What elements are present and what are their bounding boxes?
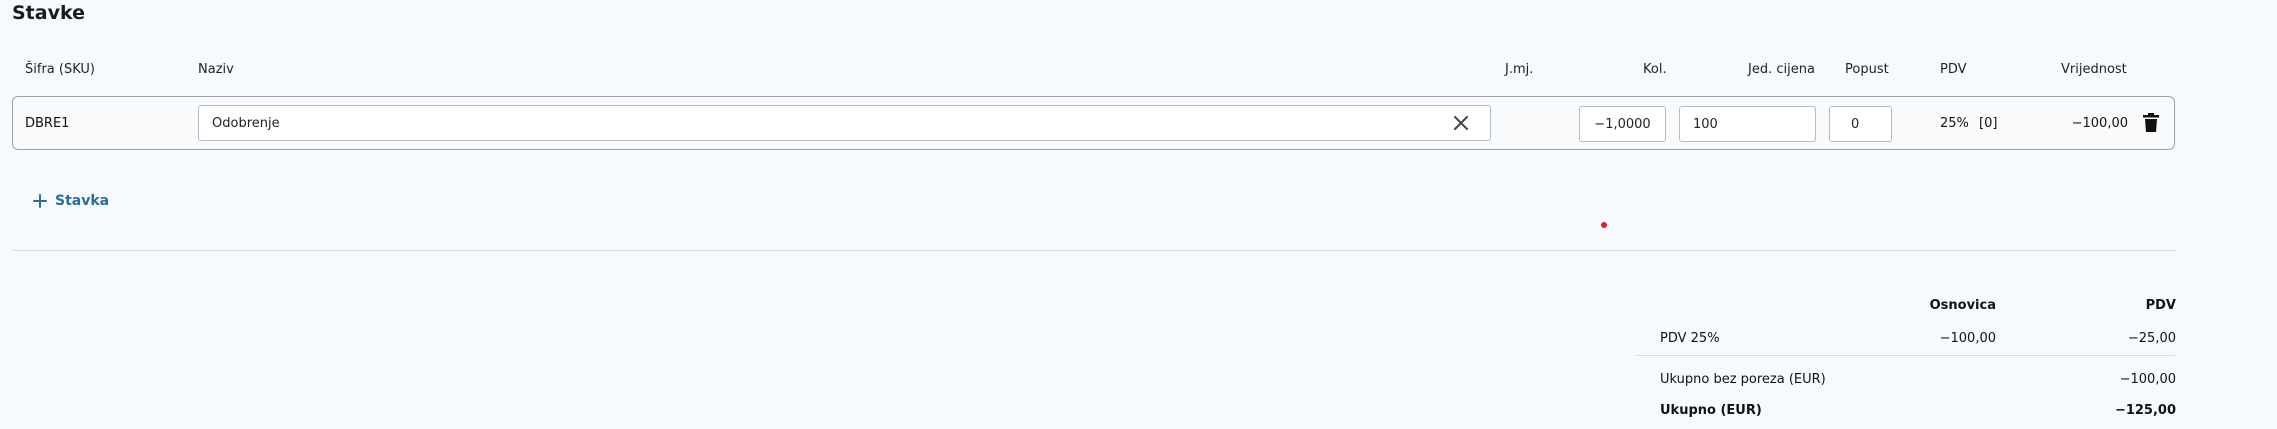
item-unit-price-input[interactable]: 100 [1679,106,1816,142]
column-header-sku: Šifra (SKU) [25,62,95,77]
item-sku: DBRE1 [25,116,70,131]
item-name-field[interactable] [198,105,1491,141]
summary-vat-base: −100,00 [1939,331,1996,346]
column-header-qty: Kol. [1643,62,1667,77]
column-header-name: Naziv [198,62,234,77]
summary-divider [1635,355,2175,356]
summary-vat-label: PDV 25% [1660,331,1720,346]
total-value: −125,00 [2114,403,2176,418]
item-vat-rate: 25% [1940,116,1969,131]
column-header-unit: J.mj. [1505,62,1534,77]
summary-vat-amount: −25,00 [2127,331,2176,346]
delete-item-button[interactable] [2142,113,2160,133]
column-header-unit-price: Jed. cijena [1748,62,1815,77]
item-name-value: Odobrenje [212,116,280,131]
total-label: Ukupno (EUR) [1660,403,1762,418]
item-qty-input[interactable]: −1,0000 [1579,106,1666,142]
section-title: Stavke [12,2,85,24]
marker-dot [1601,222,1607,228]
clear-name-button[interactable] [1450,112,1472,134]
summary-header-vat: PDV [2145,298,2176,313]
total-no-tax-label: Ukupno bez poreza (EUR) [1660,372,1826,387]
item-value: −100,00 [2071,116,2128,131]
column-header-value: Vrijednost [2061,62,2127,77]
column-header-discount: Popust [1845,62,1889,77]
add-item-label: Stavka [55,193,110,209]
divider [12,250,2177,251]
summary-header-base: Osnovica [1929,298,1996,313]
add-item-button[interactable]: Stavka [33,193,109,209]
close-icon [1454,116,1468,130]
trash-icon [2143,113,2159,132]
column-header-vat: PDV [1940,62,1967,77]
plus-icon [33,194,47,208]
item-discount-input[interactable]: 0 [1829,106,1892,142]
item-vat-code[interactable]: [0] [1979,116,1997,131]
total-no-tax-value: −100,00 [2119,372,2176,387]
